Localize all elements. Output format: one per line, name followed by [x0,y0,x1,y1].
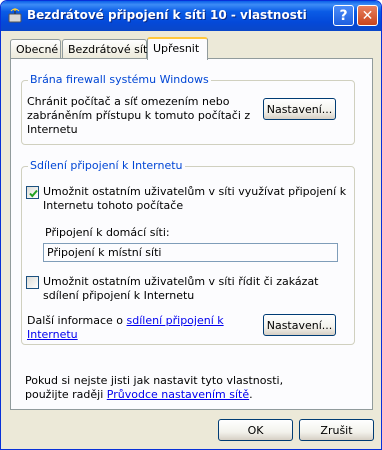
tab-panel-advanced: Brána firewall systému Windows Chránit p… [10,58,373,410]
tab-wireless-networks[interactable]: Bezdrátové sítě [62,39,154,59]
more-info-line-1: Další informace o sdílení připojení k [27,314,224,328]
sharing-help-link[interactable]: sdílení připojení k [127,314,224,327]
help-button[interactable]: ? [333,5,354,26]
properties-dialog: Bezdrátové připojení k síti 10 - vlastno… [0,0,382,450]
allow-control-label-line-2[interactable]: sdílení připojení k Internetu [43,289,194,303]
cancel-button[interactable]: Zrušit [299,419,374,441]
footer-note-prefix: použijte raději [25,388,107,401]
allow-control-checkbox[interactable] [26,276,39,289]
home-network-label: Připojení k domácí síti: [45,226,170,239]
home-network-value: Připojení k místní síti [47,246,162,259]
firewall-group-legend: Brána firewall systému Windows [28,73,211,86]
allow-connect-label-line-1[interactable]: Umožnit ostatním uživatelům v síti využí… [43,185,346,199]
sharing-help-link-continued[interactable]: Internetu [27,328,78,341]
ok-button[interactable]: OK [218,419,293,441]
footer-note-line-2: použijte raději Průvodce nastavením sítě… [25,388,253,402]
home-network-field: Připojení k místní síti [43,243,338,262]
tab-general[interactable]: Obecné [10,39,61,59]
footer-note-line-1: Pokud si nejste jisti jak nastavit tyto … [25,374,284,387]
network-connection-icon [7,8,23,24]
connection-sharing-group: Sdílení připojení k Internetu Umožnit os… [21,159,355,345]
firewall-group: Brána firewall systému Windows Chránit p… [21,73,355,145]
close-button[interactable]: ✕ [357,5,378,26]
checkmark-icon [29,189,38,198]
connection-sharing-group-legend: Sdílení připojení k Internetu [28,159,185,172]
allow-connect-label-line-2[interactable]: Internetu tohoto počítače [43,199,183,213]
firewall-description-line-2: zabráněním přístupu k tomuto počítači z [27,109,251,122]
more-info-prefix: Další informace o [27,314,127,327]
allow-control-label-line-1[interactable]: Umožnit ostatním uživatelům v síti řídit… [43,275,319,289]
firewall-settings-button[interactable]: Nastavení... [263,98,336,120]
title-bar[interactable]: Bezdrátové připojení k síti 10 - vlastno… [1,1,381,31]
tab-advanced[interactable]: Upřesnit [147,37,208,60]
firewall-description-line-1: Chránit počítač a síť omezením nebo [27,95,230,108]
help-icon: ? [339,7,348,24]
more-info-line-2: Internetu [27,328,78,342]
network-setup-wizard-link[interactable]: Průvodce nastavením sítě [107,388,249,401]
footer-note-suffix: . [249,388,253,401]
sharing-settings-button[interactable]: Nastavení... [263,314,336,336]
close-icon: ✕ [361,7,374,24]
firewall-description-line-3: Internetu [27,123,78,136]
allow-connect-checkbox[interactable] [26,186,39,199]
window-title: Bezdrátové připojení k síti 10 - vlastno… [27,8,307,22]
